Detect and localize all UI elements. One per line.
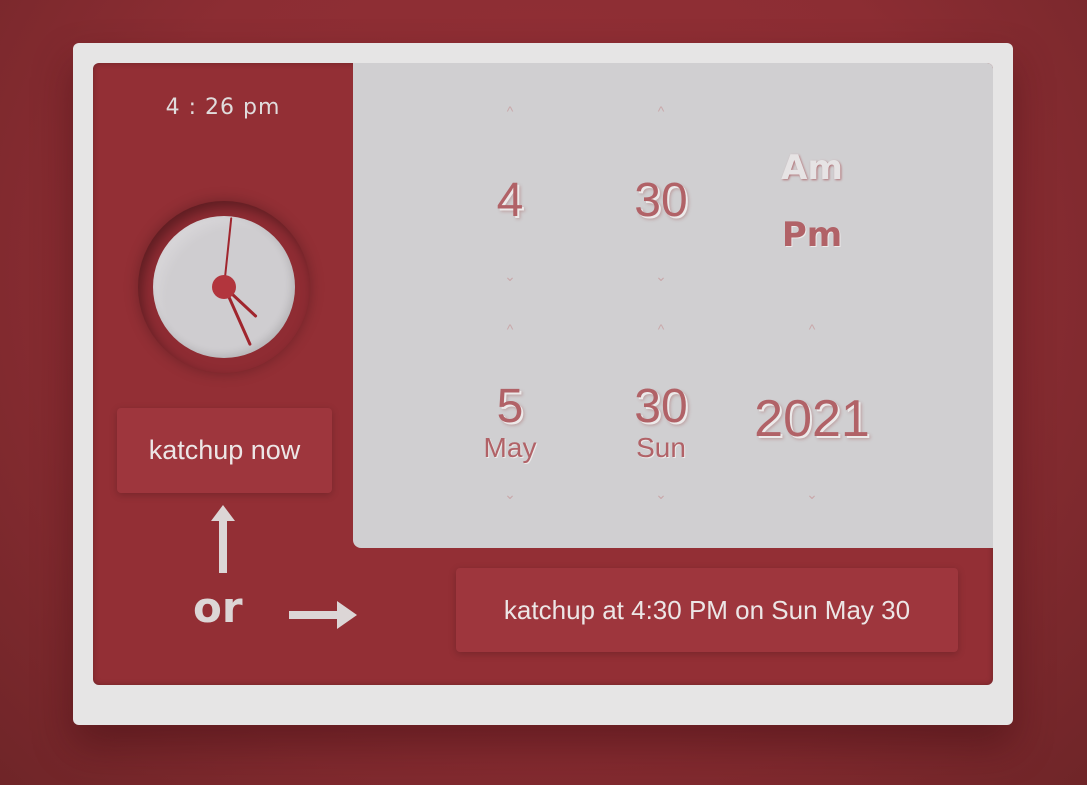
digital-time: 4 : 26 pm bbox=[165, 95, 281, 120]
hour-up-chevron-icon[interactable]: ^ bbox=[450, 103, 570, 119]
day-down-chevron-icon[interactable]: ⌄ bbox=[601, 486, 721, 503]
month-name: May bbox=[483, 432, 537, 463]
datetime-picker: ^ 4 ⌄ ^ 30 ⌄ Am Pm ^ 5 May ⌄ ^ 30 Sun ⌄ … bbox=[353, 63, 993, 548]
year-value: 2021 bbox=[754, 390, 870, 448]
month-number: 5 bbox=[496, 380, 524, 433]
minute-down-chevron-icon[interactable]: ⌄ bbox=[601, 268, 721, 285]
main-panel: 4 : 26 pm katchup now or katchup at 4:30… bbox=[93, 63, 993, 685]
hour-value: 4 bbox=[496, 174, 524, 227]
app-frame: 4 : 26 pm katchup now or katchup at 4:30… bbox=[73, 43, 1013, 725]
arrow-right-icon bbox=[289, 601, 357, 629]
or-label: or bbox=[193, 583, 243, 632]
day-up-chevron-icon[interactable]: ^ bbox=[601, 321, 721, 337]
weekday-name: Sun bbox=[636, 432, 686, 463]
year-down-chevron-icon[interactable]: ⌄ bbox=[752, 486, 872, 503]
analog-clock bbox=[138, 201, 310, 373]
minute-up-chevron-icon[interactable]: ^ bbox=[601, 103, 721, 119]
arrow-up-icon bbox=[211, 505, 235, 573]
clock-face bbox=[153, 216, 295, 358]
am-option[interactable]: Am bbox=[752, 151, 872, 185]
day-number: 30 bbox=[634, 380, 688, 433]
pm-option[interactable]: Pm bbox=[752, 218, 872, 252]
year-up-chevron-icon[interactable]: ^ bbox=[752, 321, 872, 337]
clock-hub bbox=[212, 275, 236, 299]
month-up-chevron-icon[interactable]: ^ bbox=[450, 321, 570, 337]
katchup-at-button[interactable]: katchup at 4:30 PM on Sun May 30 bbox=[456, 568, 958, 652]
hour-down-chevron-icon[interactable]: ⌄ bbox=[450, 268, 570, 285]
minute-value: 30 bbox=[634, 174, 688, 227]
katchup-now-button[interactable]: katchup now bbox=[117, 408, 332, 493]
month-down-chevron-icon[interactable]: ⌄ bbox=[450, 486, 570, 503]
